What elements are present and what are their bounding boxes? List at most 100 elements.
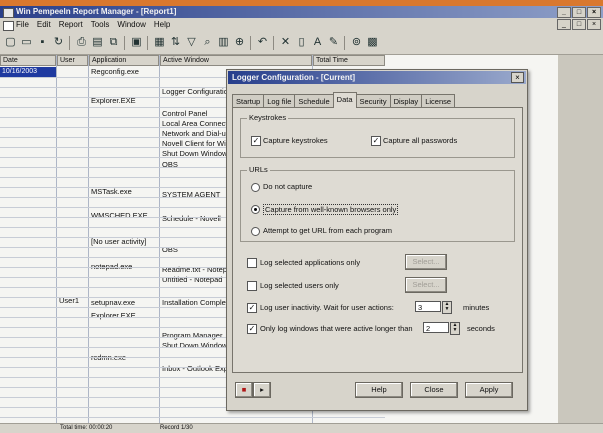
application-cell[interactable]: MSTask.exe [91,187,159,196]
application-cell[interactable]: Regconfig.exe [91,67,159,76]
logger-configuration-dialog: Logger Configuration - [Current] × Start… [226,69,528,411]
font-icon[interactable]: A [310,35,325,50]
paste-icon[interactable]: ▯ [294,35,309,50]
inactivity-spinner[interactable]: ▲ ▼ [442,301,452,314]
log-selected-apps-checkbox[interactable] [247,258,257,268]
find-icon[interactable]: ⌕ [200,35,215,50]
mdi-restore-button[interactable]: □ [572,19,586,30]
help-button[interactable]: Help [355,382,403,398]
active-seconds-spinner[interactable]: ▲ ▼ [450,322,460,335]
app-title-bar: Win Pempeeln Report Manager - [Report1] … [0,6,603,18]
status-record: Record 1/30 [160,425,193,431]
column-header-active-window[interactable]: Active Window [160,55,312,66]
urls-group: URLs Do not capture Capture from well-kn… [240,165,515,242]
refresh-icon[interactable]: ↻ [51,35,66,50]
binoculars-icon[interactable]: ⊚ [349,35,364,50]
active-window-cell[interactable]: Program Manager [162,331,228,340]
export-icon[interactable]: ▣ [129,35,144,50]
radio-each-program-label: Attempt to get URL from each program [263,226,392,235]
capture-passwords-label: Capture all passwords [383,136,458,145]
tab-license[interactable]: License [421,94,456,108]
application-cell[interactable]: setupnav.exe [91,298,159,307]
menu-help[interactable]: Help [154,20,170,29]
column-header-user[interactable]: User [57,55,88,66]
capture-keystrokes-checkbox[interactable]: ✓ [251,136,261,146]
menu-window[interactable]: Window [117,20,145,29]
status-total-time: Total time: 00:00:20 [60,425,113,431]
select-users-button[interactable]: Select... [405,277,447,293]
tab-security[interactable]: Security [355,94,391,108]
chart-icon[interactable]: ▥ [216,35,231,50]
radio-each-program[interactable] [251,227,260,236]
print-icon[interactable]: ⎙ [74,35,89,50]
column-header-total-time[interactable]: Total Time [313,55,385,66]
dialog-close-icon[interactable]: × [511,72,524,83]
menu-bar: File Edit Report Tools Window Help _ □ × [0,18,603,32]
tab-display[interactable]: Display [389,94,423,108]
dialog-close-button[interactable]: Close [410,382,458,398]
radio-well-known-browsers[interactable] [251,205,260,214]
zoom-icon[interactable]: ⊕ [232,35,247,50]
tab-log-file[interactable]: Log file [263,94,296,108]
log-inactivity-label: Log user inactivity. Wait for user actio… [260,303,394,312]
log-inactivity-checkbox[interactable]: ✓ [247,303,257,313]
active-window-cell[interactable]: Installation Complete [162,298,228,307]
record-icon[interactable]: ■ [235,382,253,398]
preview-icon[interactable]: ▤ [90,35,105,50]
log-active-windows-checkbox[interactable]: ✓ [247,324,257,334]
sort-icon[interactable]: ⇅ [168,35,183,50]
tab-schedule[interactable]: Schedule [294,94,334,108]
radio-well-known-browsers-label: Capture from well-known browsers only [263,204,399,215]
application-cell[interactable]: Explorer.EXE [91,311,159,320]
capture-passwords-checkbox[interactable]: ✓ [371,136,381,146]
apply-button[interactable]: Apply [465,382,513,398]
application-cell[interactable]: WMSCHED.EXE [91,211,159,220]
column-header-application[interactable]: Application [89,55,159,66]
mdi-minimize-button[interactable]: _ [557,19,571,30]
selected-date-cell[interactable]: 10/16/2003 [0,67,56,77]
grid-icon[interactable]: ▩ [365,35,380,50]
active-window-cell[interactable]: Inbox - Outlook Express [162,364,228,373]
delete-icon[interactable]: ✕ [278,35,293,50]
column-header-date[interactable]: Date [0,55,56,66]
maximize-button[interactable]: □ [572,7,586,18]
radio-do-not-capture[interactable] [251,183,260,192]
highlight-icon[interactable]: ✎ [326,35,341,50]
copy-icon[interactable]: ⧉ [106,35,121,50]
menu-edit[interactable]: Edit [37,20,51,29]
toolbar: ▢ ▭ ▪ ↻ ⎙ ▤ ⧉ ▣ ▦ ⇅ ▽ ⌕ ▥ ⊕ ↶ ✕ ▯ A ✎ ⊚ … [0,32,603,55]
tab-data[interactable]: Data [332,92,357,108]
active-seconds-unit: seconds [467,324,495,333]
close-button[interactable]: × [587,7,601,18]
tab-startup[interactable]: Startup [232,94,265,108]
keystrokes-group: Keystrokes ✓ Capture keystrokes ✓ Captur… [240,113,515,158]
active-window-cell[interactable]: Shut Down Windows [162,341,228,350]
undo-icon[interactable]: ↶ [255,35,270,50]
active-seconds-field[interactable]: 2 [423,322,449,333]
dialog-tabs: Startup Log file Schedule Data Security … [232,92,456,108]
app-title: Win Pempeeln Report Manager - [Report1] [16,7,177,16]
data-tab-panel: Keystrokes ✓ Capture keystrokes ✓ Captur… [232,107,523,373]
active-window-cell[interactable]: Schedule - Novell [162,214,228,223]
active-window-cell[interactable]: Logger Configuration [162,87,228,96]
log-selected-apps-label: Log selected applications only [260,258,361,267]
dialog-title: Logger Configuration - [Current] [228,71,526,84]
right-panel [558,55,603,423]
app-icon [3,8,14,18]
select-apps-button[interactable]: Select... [405,254,447,270]
mdi-close-button[interactable]: × [587,19,601,30]
menu-file[interactable]: File [16,20,29,29]
minimize-button[interactable]: _ [557,7,571,18]
inactivity-minutes-field[interactable]: 3 [415,301,441,312]
open-icon[interactable]: ▭ [19,35,34,50]
group-icon[interactable]: ▦ [152,35,167,50]
new-icon[interactable]: ▢ [3,35,18,50]
document-icon[interactable] [3,21,14,31]
menu-report[interactable]: Report [59,20,83,29]
menu-tools[interactable]: Tools [91,20,110,29]
filter-icon[interactable]: ▽ [184,35,199,50]
play-icon[interactable]: ▸ [253,382,271,398]
log-selected-users-checkbox[interactable] [247,281,257,291]
application-cell[interactable]: [No user activity] [91,237,159,246]
save-icon[interactable]: ▪ [35,35,50,50]
